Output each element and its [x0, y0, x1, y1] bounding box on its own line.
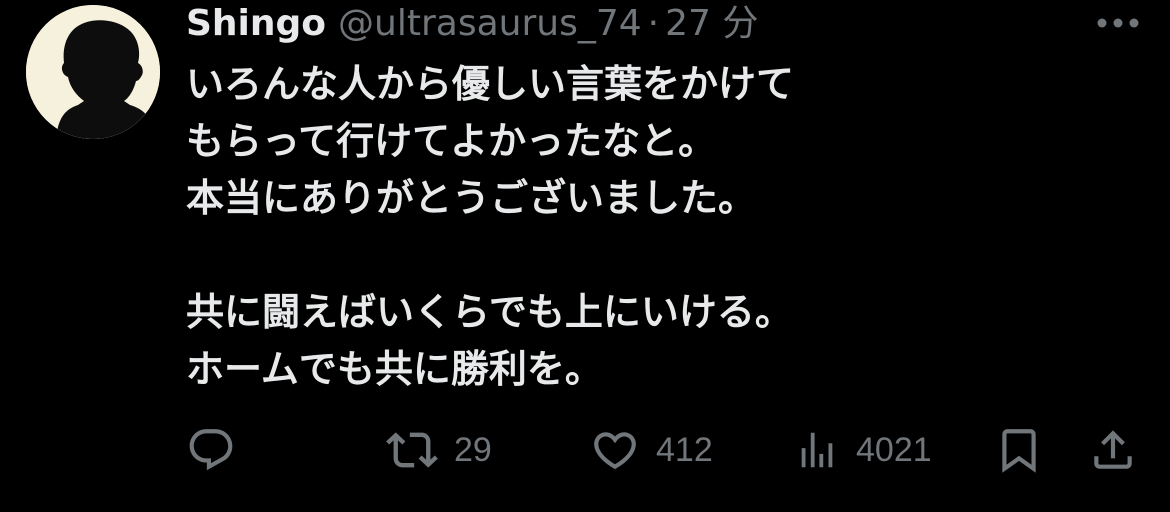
- tweet-text-line: 共に闘えばいくらでも上にいける。: [186, 290, 793, 334]
- tweet-timestamp[interactable]: 27 分: [665, 0, 758, 48]
- bookmark-button[interactable]: [994, 420, 1044, 480]
- more-options-button[interactable]: [1094, 8, 1142, 38]
- repost-count: 29: [454, 430, 492, 469]
- reply-button[interactable]: [186, 420, 236, 480]
- separator-dot: ·: [647, 3, 660, 44]
- repost-icon: [386, 432, 438, 468]
- like-button[interactable]: 412: [590, 420, 713, 480]
- repost-button[interactable]: 29: [386, 420, 492, 480]
- avatar[interactable]: [26, 5, 160, 139]
- tweet-text-line: ホームでも共に勝利を。: [186, 347, 603, 391]
- author-handle[interactable]: @ultrasaurus_74: [338, 0, 642, 48]
- views-count: 4021: [856, 430, 932, 469]
- tweet-text-line: いろんな人から優しい言葉をかけて: [186, 62, 795, 106]
- more-dots-icon: [1097, 18, 1139, 28]
- views-button[interactable]: 4021: [794, 420, 932, 480]
- tweet-text-line: 本当にありがとうございました。: [186, 176, 757, 220]
- action-bar: 29 412 4021: [0, 420, 1170, 480]
- bookmark-icon: [1002, 429, 1036, 473]
- profile-silhouette-icon: [26, 5, 160, 139]
- like-count: 412: [656, 430, 713, 469]
- views-icon: [801, 432, 833, 468]
- reply-icon: [189, 429, 233, 471]
- tweet-header: Shingo @ultrasaurus_74 · 27 分: [186, 0, 758, 48]
- tweet-text-line: もらって行けてよかったなと。: [186, 119, 717, 163]
- author-display-name[interactable]: Shingo: [186, 0, 326, 48]
- share-icon: [1094, 430, 1132, 469]
- tweet-text: いろんな人から優しい言葉をかけて もらって行けてよかったなと。 本当にありがとう…: [186, 56, 1086, 398]
- tweet[interactable]: Shingo @ultrasaurus_74 · 27 分 いろんな人から優しい…: [0, 0, 1170, 512]
- share-button[interactable]: [1088, 420, 1138, 480]
- heart-icon: [594, 432, 636, 470]
